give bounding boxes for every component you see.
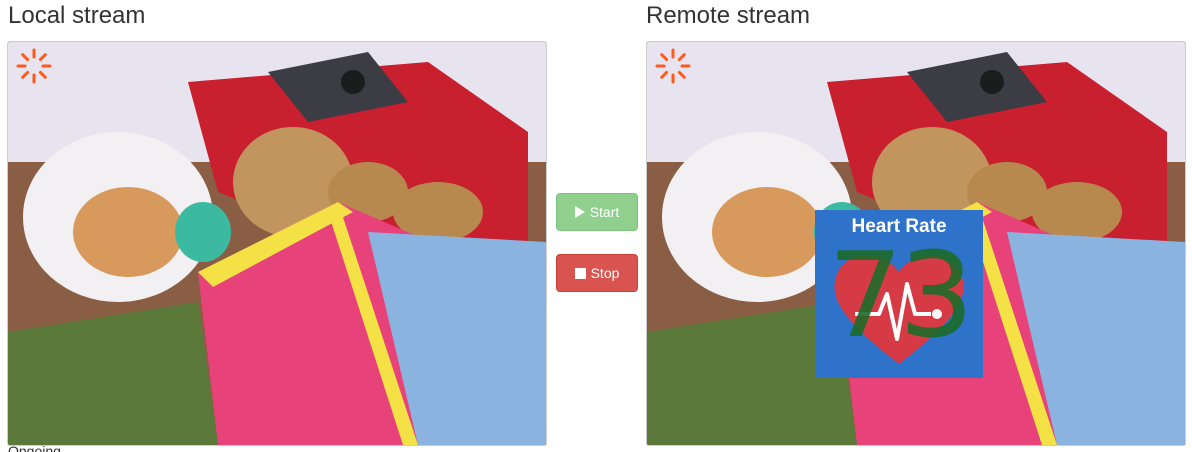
heart-rate-overlay: Heart Rate 73 <box>815 210 983 378</box>
play-icon <box>574 206 585 218</box>
start-button[interactable]: Start <box>556 193 638 231</box>
status-text: Ongoing <box>8 443 61 452</box>
loading-spinner-icon <box>16 48 52 84</box>
video-scene <box>8 42 546 445</box>
heart-rate-value: 73 <box>827 226 974 364</box>
remote-stream-title: Remote stream <box>646 2 811 29</box>
remote-video[interactable]: Heart Rate 73 <box>646 41 1186 446</box>
loading-spinner-icon <box>655 48 691 84</box>
start-button-label: Start <box>589 204 620 220</box>
local-video[interactable] <box>7 41 547 446</box>
stop-icon <box>574 267 586 279</box>
local-stream-title: Local stream <box>8 2 146 29</box>
stop-button-label: Stop <box>590 265 620 281</box>
page: Local stream Remote stream Start Stop He… <box>0 0 1192 452</box>
stop-button[interactable]: Stop <box>556 254 638 292</box>
